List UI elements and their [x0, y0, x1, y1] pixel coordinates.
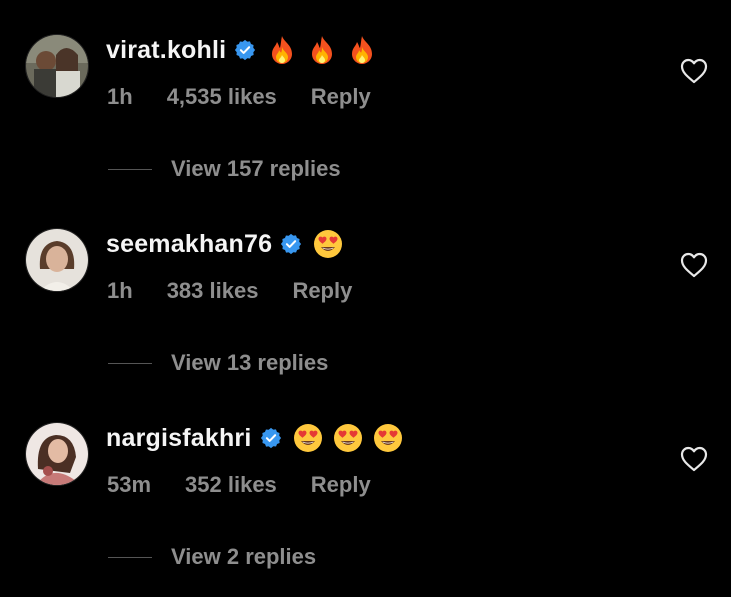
like-heart-icon[interactable]: [680, 252, 708, 278]
view-replies-label: View 157 replies: [171, 156, 341, 181]
reply-button[interactable]: Reply: [311, 472, 371, 498]
likes-count[interactable]: 383 likes: [167, 278, 259, 304]
avatar-icon: [26, 229, 88, 291]
avatar[interactable]: [25, 422, 89, 486]
fire-emoji: [312, 36, 333, 64]
like-heart-icon[interactable]: [680, 58, 708, 84]
fire-emoji: [352, 36, 373, 64]
verified-badge-icon: [281, 233, 302, 255]
comment-time: 1h: [107, 84, 133, 109]
heart-eyes-emoji: [333, 424, 362, 452]
replies-divider: [108, 168, 152, 170]
likes-count[interactable]: 4,535 likes: [167, 84, 277, 110]
username[interactable]: virat.kohli: [106, 36, 226, 65]
heart-eyes-emoji: [293, 424, 322, 452]
likes-count[interactable]: 352 likes: [185, 472, 277, 498]
verified-badge-icon: [235, 39, 256, 61]
comment-time: 1h: [107, 278, 133, 303]
comment-item: virat.kohli 1h 4,535 likes Reply View 15…: [0, 0, 731, 194]
view-replies-button[interactable]: View 13 replies: [108, 348, 328, 378]
fire-emoji: [272, 36, 293, 64]
view-replies-label: View 13 replies: [171, 350, 329, 375]
replies-divider: [108, 556, 152, 558]
avatar-icon: [26, 35, 88, 97]
replies-divider: [108, 362, 152, 364]
username[interactable]: seemakhan76: [106, 230, 272, 259]
avatar-icon: [26, 423, 88, 485]
username[interactable]: nargisfakhri: [106, 424, 252, 453]
view-replies-button[interactable]: View 2 replies: [108, 542, 316, 572]
avatar[interactable]: [25, 34, 89, 98]
reply-button[interactable]: Reply: [292, 278, 352, 304]
view-replies-label: View 2 replies: [171, 544, 317, 569]
like-heart-icon[interactable]: [680, 446, 708, 472]
avatar[interactable]: [25, 228, 89, 292]
comment-item: seemakhan76 1h 383 likes Reply View 13 r…: [0, 194, 731, 388]
reply-button[interactable]: Reply: [311, 84, 371, 110]
comment-time: 53m: [107, 472, 152, 497]
verified-badge-icon: [260, 427, 281, 449]
comment-item: nargisfakhri 53m 352 likes Reply View 2 …: [0, 388, 731, 582]
heart-eyes-emoji: [373, 424, 402, 452]
heart-eyes-emoji: [314, 230, 343, 258]
view-replies-button[interactable]: View 157 replies: [108, 154, 341, 184]
